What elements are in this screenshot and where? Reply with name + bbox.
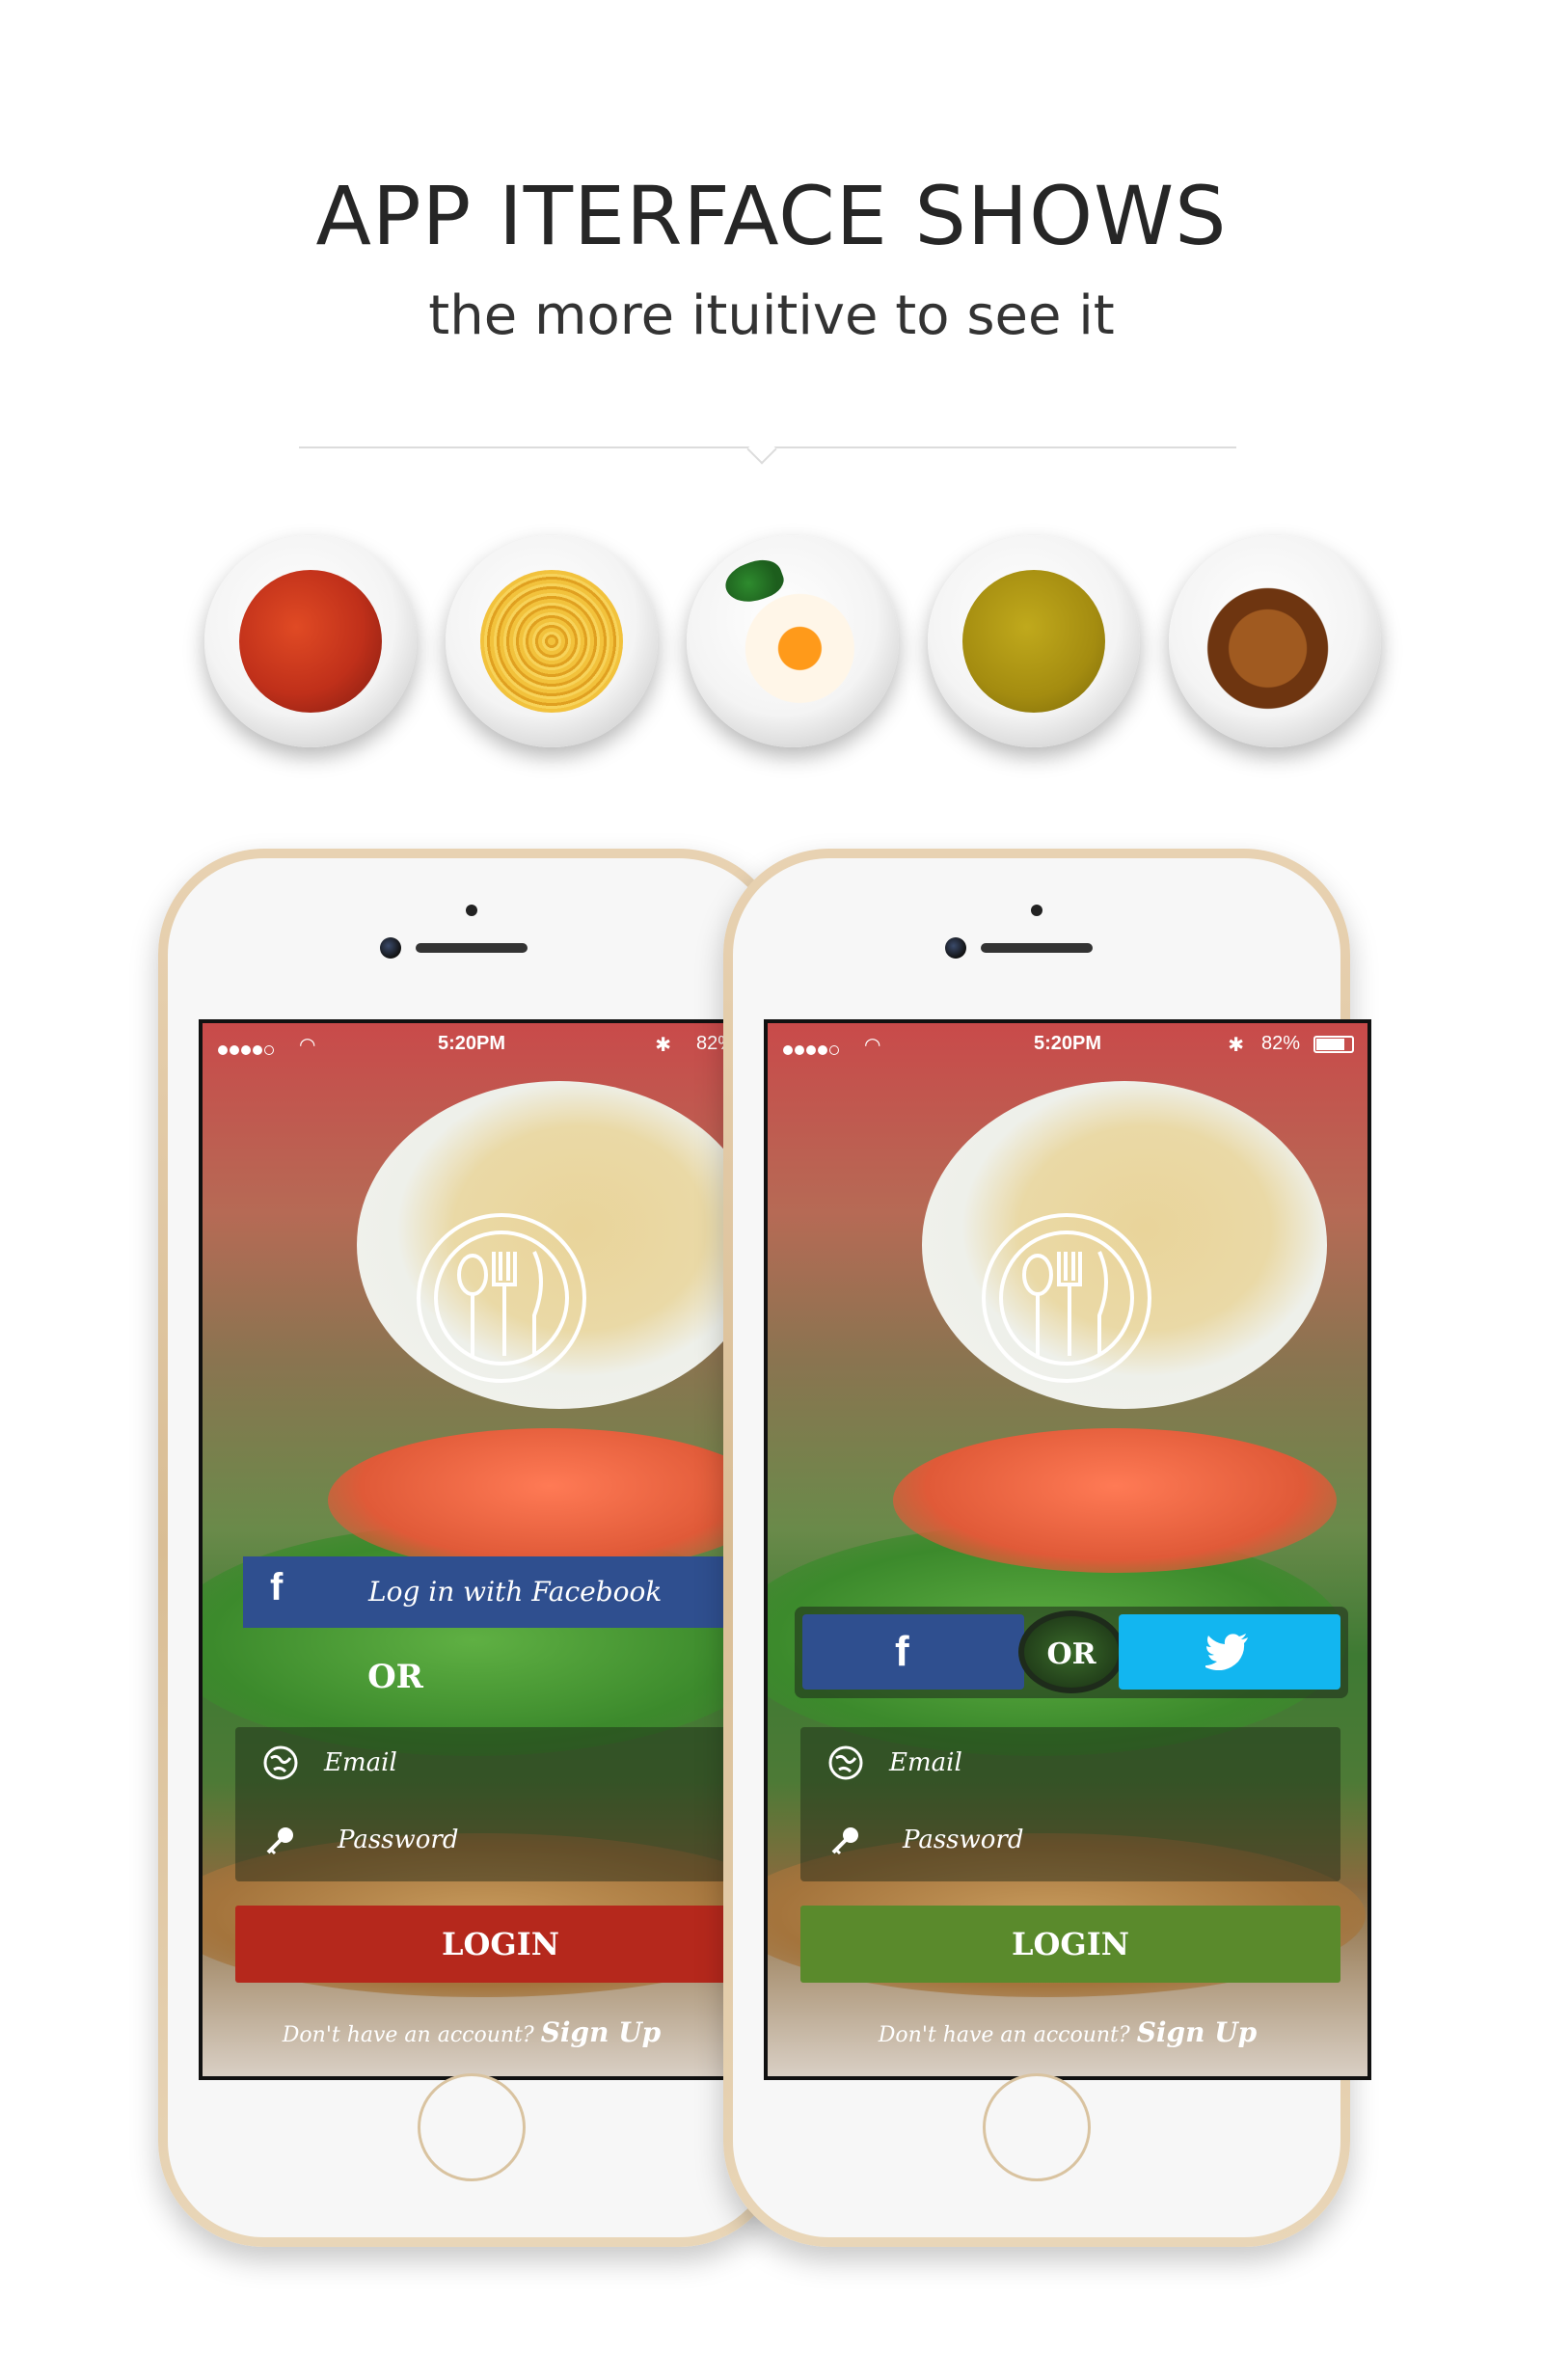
home-button[interactable] <box>983 2073 1091 2181</box>
or-divider: OR <box>1018 1610 1124 1693</box>
cutlery-logo-icon <box>982 1213 1151 1383</box>
email-label: Email <box>324 1748 397 1777</box>
globe-icon <box>828 1745 863 1780</box>
signup-prompt: Don't have an account? Sign Up <box>768 2016 1367 2048</box>
phone-mockup-right: ◠ 5:20PM ✱ 82% f OR Email Password LOGIN… <box>723 849 1371 2247</box>
phone-mockup-left: ◠ 5:20PM ✱ 82% f Log in with Facebook OR <box>158 849 785 2247</box>
front-camera <box>380 937 401 959</box>
plate-green-curry <box>928 535 1140 747</box>
battery-percent: 82% <box>1260 1033 1300 1054</box>
signup-prompt-text: Don't have an account? <box>282 2023 534 2047</box>
or-label: OR <box>1046 1637 1096 1671</box>
page-title: APP ITERFACE SHOWS <box>315 169 1228 263</box>
tomato-soup-image <box>239 570 382 713</box>
battery-icon <box>1313 1036 1354 1053</box>
twitter-bird-icon <box>1205 1634 1248 1670</box>
twitter-login-button[interactable] <box>1119 1614 1340 1690</box>
facebook-icon: f <box>895 1628 909 1675</box>
login-screen: ◠ 5:20PM ✱ 82% f Log in with Facebook OR <box>199 1019 744 2080</box>
plate-croissant <box>1169 535 1381 747</box>
login-button[interactable]: LOGIN <box>800 1906 1340 1983</box>
facebook-icon: f <box>270 1566 284 1609</box>
signup-prompt-text: Don't have an account? <box>878 2023 1130 2047</box>
password-field[interactable]: Password <box>800 1806 1340 1874</box>
login-button[interactable]: LOGIN <box>235 1906 741 1983</box>
email-label: Email <box>889 1748 962 1777</box>
social-login-group: f OR <box>795 1607 1348 1698</box>
password-field[interactable]: Password <box>235 1806 741 1874</box>
food-plate-row <box>0 535 1543 757</box>
login-fields: Email Password <box>800 1727 1340 1881</box>
facebook-login-label: Log in with Facebook <box>368 1576 663 1608</box>
signup-link[interactable]: Sign Up <box>541 2016 662 2048</box>
cutlery-logo-icon <box>417 1213 586 1383</box>
bg-salmon <box>893 1428 1337 1573</box>
front-camera <box>945 937 966 959</box>
proximity-sensor <box>1031 905 1042 916</box>
key-icon <box>831 1827 858 1855</box>
croissant-image <box>1204 570 1346 713</box>
password-label: Password <box>903 1826 1024 1854</box>
phone-face: ◠ 5:20PM ✱ 82% f Log in with Facebook OR <box>168 858 775 2237</box>
status-bar: ◠ 5:20PM ✱ 82% <box>203 1031 741 1060</box>
earpiece-speaker <box>981 943 1093 953</box>
bluetooth-icon: ✱ <box>1228 1035 1244 1056</box>
status-bar: ◠ 5:20PM ✱ 82% <box>768 1031 1367 1060</box>
earpiece-speaker <box>416 943 528 953</box>
divider-notch <box>746 434 777 465</box>
or-divider: OR <box>367 1658 423 1696</box>
password-label: Password <box>338 1826 459 1854</box>
signup-link[interactable]: Sign Up <box>1137 2016 1258 2048</box>
phone-face: ◠ 5:20PM ✱ 82% f OR Email Password LOGIN… <box>733 858 1371 2237</box>
proximity-sensor <box>466 905 477 916</box>
facebook-login-button[interactable]: f <box>802 1614 1024 1690</box>
bg-salmon <box>328 1428 741 1573</box>
signup-prompt: Don't have an account? Sign Up <box>203 2016 741 2048</box>
battery-level-fill <box>1316 1039 1345 1050</box>
plate-tomato-soup <box>204 535 417 747</box>
email-field[interactable]: Email <box>800 1729 1340 1797</box>
key-icon <box>266 1827 293 1855</box>
page-subtitle: the more ituitive to see it <box>428 284 1115 347</box>
spaghetti-image <box>480 570 623 713</box>
home-button[interactable] <box>418 2073 526 2181</box>
login-screen: ◠ 5:20PM ✱ 82% f OR Email Password LOGIN… <box>764 1019 1371 2080</box>
email-field[interactable]: Email <box>235 1729 741 1797</box>
globe-icon <box>263 1745 298 1780</box>
plate-fried-egg <box>687 535 899 747</box>
plate-spaghetti <box>446 535 658 747</box>
login-fields: Email Password <box>235 1727 741 1881</box>
facebook-login-button[interactable]: f Log in with Facebook <box>243 1556 741 1628</box>
green-curry-image <box>962 570 1105 713</box>
bluetooth-icon: ✱ <box>655 1035 671 1056</box>
